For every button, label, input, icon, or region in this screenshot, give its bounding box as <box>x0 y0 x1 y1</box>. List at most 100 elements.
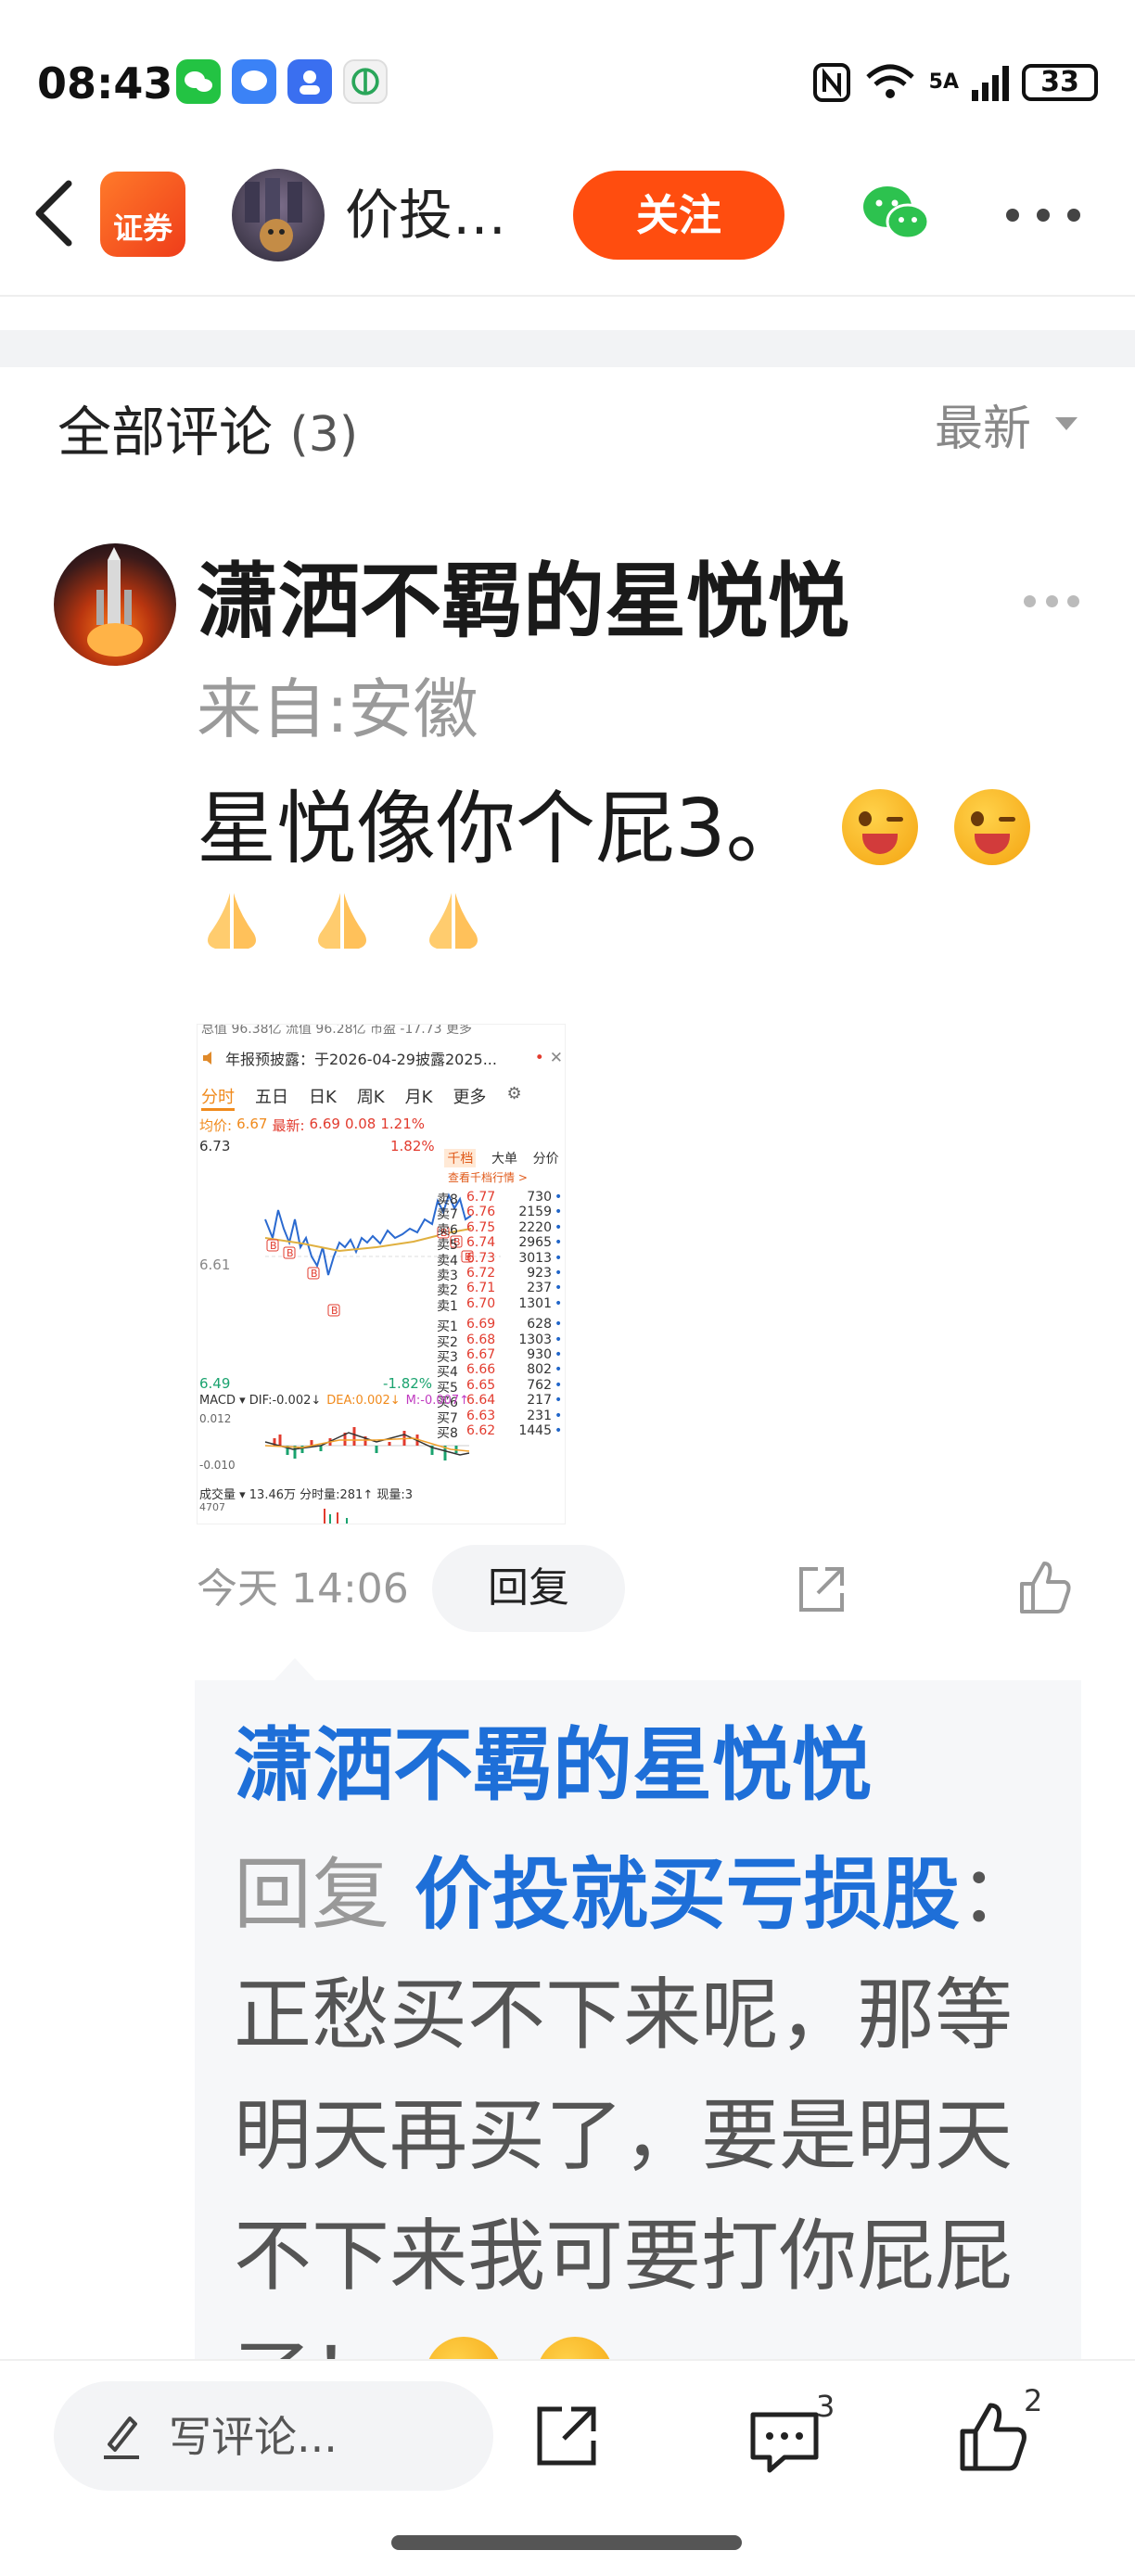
dot-icon <box>1045 595 1058 607</box>
speaker-icon <box>203 1052 211 1065</box>
comment-more-button[interactable] <box>1024 595 1079 608</box>
reply-button[interactable]: 回复 <box>432 1545 625 1632</box>
stock-top-line: 总值 96.38亿 流值 96.28亿 市盈 -17.73 更多 <box>201 1024 472 1037</box>
home-indicator[interactable] <box>391 2535 742 2550</box>
chevron-left-icon <box>35 180 72 247</box>
tab-five-day[interactable]: 五日 <box>255 1084 288 1111</box>
avg-value: 6.67 <box>236 1116 268 1132</box>
latest-value: 6.69 <box>309 1116 340 1132</box>
latest-label: 最新: <box>272 1117 305 1134</box>
macd-chart <box>264 1427 470 1460</box>
orderbook-tabs: 千档 大单 分价 <box>437 1149 565 1167</box>
divider <box>0 295 1135 297</box>
reply-author[interactable]: 潇洒不羁的星悦悦 <box>234 1714 872 1817</box>
reply-text: 正愁买不下来呢，那等明天再买了，要是明天不下来我可要打你屁屁了！ <box>234 1970 1014 2422</box>
follow-button[interactable]: 关注 <box>573 171 784 260</box>
orderbook-link[interactable]: 查看千档行情 > <box>448 1169 565 1185</box>
comments-title-label: 全部评论 <box>57 401 274 464</box>
comment-avatar[interactable] <box>54 543 176 666</box>
svg-text:B: B <box>311 1268 318 1280</box>
pray-emoji-icon <box>428 893 478 949</box>
wallet-app-icon <box>343 59 388 104</box>
network-type: 5A <box>928 70 959 94</box>
header-user-name[interactable]: 价投… <box>345 182 506 249</box>
back-button[interactable] <box>28 176 83 250</box>
macd-dif: MACD ▾ DIF:-0.002↓ <box>199 1394 322 1408</box>
avg-label: 均价: <box>199 1117 233 1134</box>
pct-high: 1.82% <box>390 1138 435 1154</box>
orderbook-volume: 1301 <box>518 1295 552 1311</box>
more-options-button[interactable] <box>1006 206 1080 224</box>
svg-text:B: B <box>287 1247 294 1259</box>
tab-daily-k[interactable]: 日K <box>309 1084 337 1111</box>
reply-pointer <box>274 1658 315 1680</box>
user-avatar[interactable] <box>232 169 325 261</box>
tab-big-orders[interactable]: 大单 <box>491 1149 517 1167</box>
orderbook-ask-row: 卖1 6.70 1301 • <box>437 1295 565 1315</box>
share-icon <box>537 2406 596 2466</box>
app-logo[interactable]: 证券 <box>100 172 185 257</box>
notice-text: 年报预披露：于2026-04-29披露2025... <box>225 1051 497 1068</box>
tab-price-distribution[interactable]: 分价 <box>533 1149 559 1167</box>
section-separator <box>0 330 1135 367</box>
wink-tongue-emoji-icon <box>842 789 919 865</box>
tab-more[interactable]: 更多 <box>453 1084 486 1111</box>
change-value: 0.08 <box>344 1116 376 1132</box>
stock-notice: 年报预披露：于2026-04-29披露2025... • ✕ <box>201 1047 565 1069</box>
bottom-share-button[interactable] <box>534 2404 599 2468</box>
pray-emoji-icon <box>318 893 367 949</box>
status-time: 08:43 <box>37 58 173 108</box>
pct-low: -1.82% <box>383 1375 433 1392</box>
dot-icon <box>1024 595 1036 607</box>
close-icon: ✕ <box>549 1049 563 1067</box>
comment-time: 今天 14:06 <box>197 1565 409 1613</box>
notice-dot: • <box>534 1049 544 1067</box>
reply-body: 回复 价投就买亏损股： 正愁买不下来呢，那等明天再买了，要是明天不下来我可要打你屁… <box>234 1834 1050 2437</box>
comments-title: 全部评论 (3) <box>57 399 358 468</box>
comment-location: 来自:安徽 <box>197 671 478 747</box>
volume-line: 成交量 ▾ 13.46万 分时量:281↑ 现量:3 <box>199 1488 414 1502</box>
like-count-badge: 2 <box>1024 2383 1043 2418</box>
dot-icon <box>1067 595 1079 607</box>
dot-icon <box>1067 209 1080 222</box>
change-pct: 1.21% <box>380 1116 425 1132</box>
wechat-icon <box>863 186 930 240</box>
macd-line: MACD ▾ DIF:-0.002↓ DEA:0.002↓ M:-0.007↑ <box>199 1394 565 1408</box>
comment-text: 星悦像你个屁3。 <box>197 779 1031 979</box>
macd-dea: DEA:0.002↓ <box>326 1394 401 1408</box>
comment-like-button[interactable] <box>1016 1558 1072 1617</box>
write-comment-placeholder[interactable]: 写评论... <box>169 2409 338 2465</box>
pen-icon <box>100 2407 143 2463</box>
app-logo-label: 证券 <box>112 210 172 246</box>
gear-icon[interactable]: ⚙ <box>506 1084 521 1111</box>
comment-icon <box>750 2412 819 2473</box>
wink-tongue-emoji-icon <box>954 789 1031 865</box>
wechat-share-button[interactable] <box>858 181 932 248</box>
orderbook-price: 6.70 <box>466 1295 496 1311</box>
comment-share-button[interactable] <box>794 1562 849 1617</box>
comment-author[interactable]: 潇洒不羁的星悦悦 <box>197 551 849 653</box>
wechat-app-icon <box>176 59 221 104</box>
macd-m: M:-0.007↑ <box>405 1394 470 1408</box>
stock-tabs: 分时 五日 日K 周K 月K 更多 ⚙ <box>201 1084 565 1111</box>
tab-intraday[interactable]: 分时 <box>201 1084 235 1111</box>
signal-icon <box>972 64 1009 101</box>
comment-image-stock-chart[interactable]: 总值 96.38亿 流值 96.28亿 市盈 -17.73 更多 年报预披露：于… <box>197 1024 566 1524</box>
reply-target-user[interactable]: 价投就买亏损股 <box>414 1849 960 1940</box>
tab-monthly-k[interactable]: 月K <box>405 1084 433 1111</box>
dot-icon <box>1006 209 1019 222</box>
bottom-like-button[interactable] <box>957 2400 1027 2474</box>
comments-count: (3) <box>289 407 359 463</box>
tab-weekly-k[interactable]: 周K <box>357 1084 385 1111</box>
caret-down-icon[interactable] <box>1055 417 1078 430</box>
volume-bars <box>324 1509 348 1524</box>
dot-icon <box>1037 209 1050 222</box>
nfc-icon <box>812 63 850 102</box>
sort-dropdown[interactable]: 最新 <box>935 397 1031 462</box>
svg-text:B: B <box>331 1305 338 1317</box>
tab-orderbook[interactable]: 千档 <box>444 1149 477 1167</box>
reply-word: 回复 <box>234 1849 390 1940</box>
bottom-comment-button[interactable] <box>747 2409 825 2476</box>
orderbook-level: 卖1 <box>437 1298 458 1314</box>
pray-emoji-icon <box>208 893 256 949</box>
